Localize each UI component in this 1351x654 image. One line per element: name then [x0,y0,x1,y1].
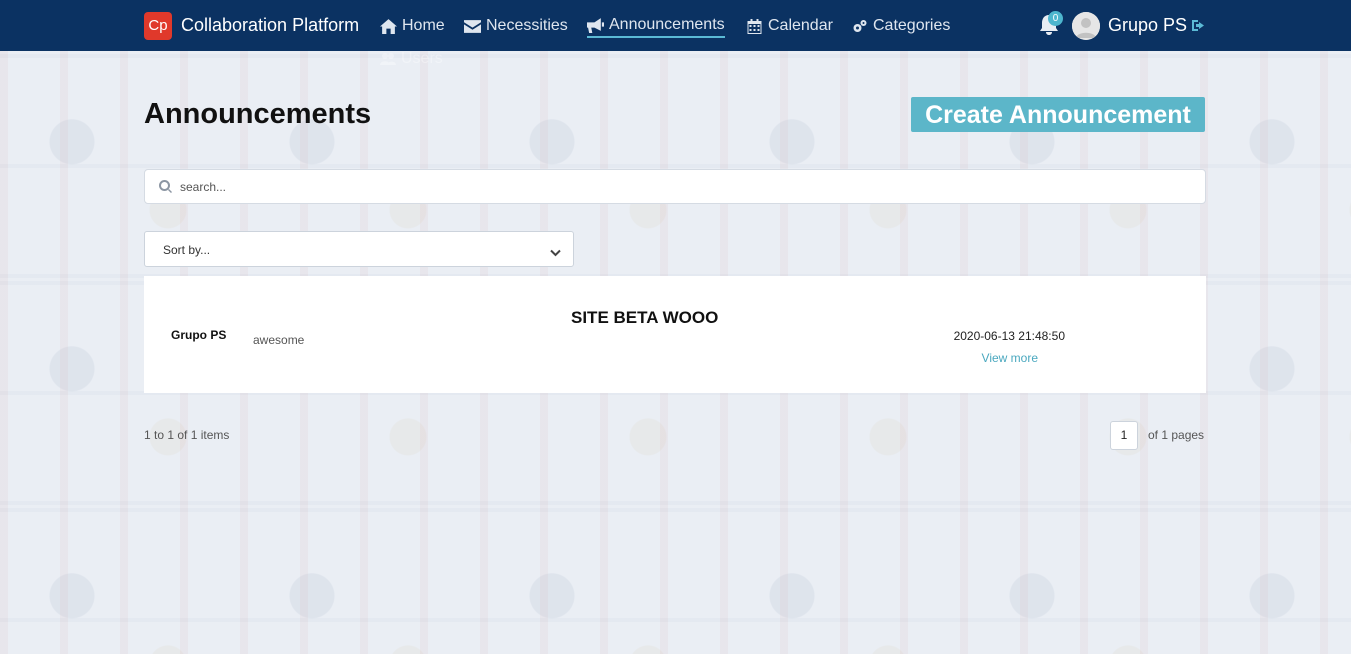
search-bar [144,169,1206,204]
user-avatar-icon [1072,12,1100,40]
page-title: Announcements [144,98,372,130]
nav-calendar-label: Calendar [768,17,833,34]
page-number-input[interactable]: 1 [1110,421,1138,450]
sort-dropdown[interactable]: Sort by... [144,231,574,267]
notification-count-badge: 0 [1048,11,1063,26]
nav-categories[interactable]: Categories [851,14,950,38]
announcement-title: SITE BETA WOOO [571,308,719,327]
chevron-down-icon [550,245,561,257]
nav-necessities-label: Necessities [486,17,568,34]
users-icon [380,53,396,65]
nav-users-label: Users [401,50,443,67]
calendar-icon [747,18,762,34]
view-more-link[interactable]: View more [982,351,1038,365]
announcement-description: awesome [253,333,305,347]
nav-home[interactable]: Home [380,14,445,38]
cogs-icon [853,19,867,32]
top-navbar: Cp Collaboration Platform Home Necessiti… [0,0,1351,51]
user-name[interactable]: Grupo PS [1108,15,1187,36]
items-summary: 1 to 1 of 1 items [144,428,230,442]
brand-logo[interactable]: Cp [144,12,172,40]
avatar[interactable] [1072,12,1100,40]
brand-name[interactable]: Collaboration Platform [181,15,359,36]
megaphone-icon [587,17,604,33]
total-pages-label: of 1 pages [1148,428,1205,442]
nav-calendar[interactable]: Calendar [746,14,833,38]
nav-home-label: Home [402,17,445,34]
envelope-icon [464,19,481,33]
search-input[interactable] [180,170,1190,203]
nav-announcements-label: Announcements [609,16,725,33]
announcement-author: Grupo PS [171,328,227,342]
announcement-card: Grupo PS awesome SITE BETA WOOO 2020-06-… [144,276,1206,393]
nav-announcements[interactable]: Announcements [587,14,725,38]
home-icon [380,18,397,34]
logout-icon [1192,20,1204,31]
nav-necessities[interactable]: Necessities [464,14,568,38]
search-icon [159,180,172,193]
nav-users[interactable]: Users [380,50,443,68]
sort-label: Sort by... [163,243,211,257]
logout-button[interactable] [1192,19,1205,32]
create-announcement-button[interactable]: Create Announcement [911,97,1205,132]
nav-categories-label: Categories [873,17,951,34]
announcement-date: 2020-06-13 21:48:50 [953,329,1065,343]
